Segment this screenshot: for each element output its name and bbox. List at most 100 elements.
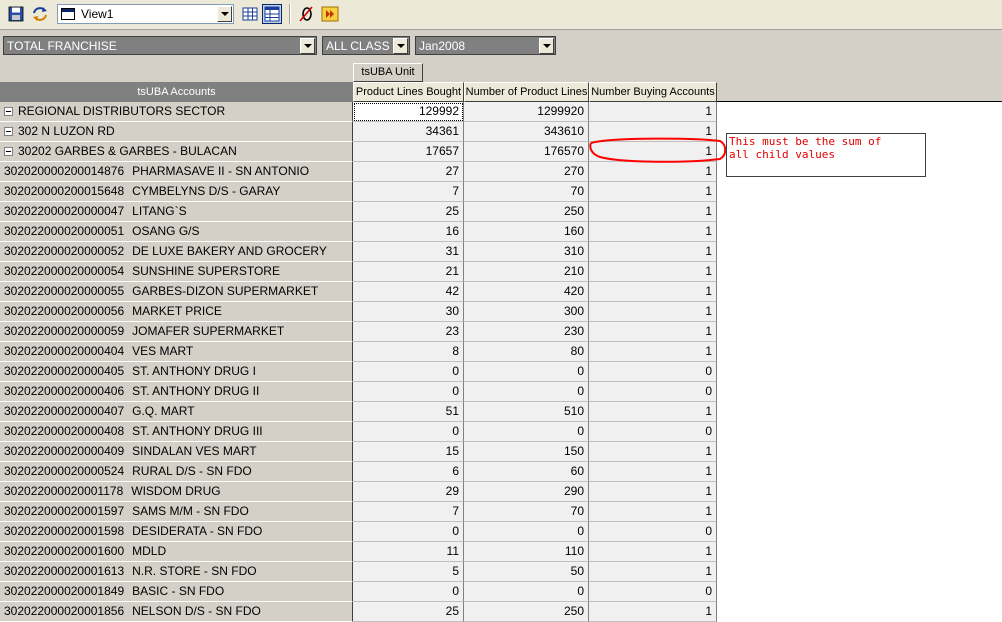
period-filter[interactable]: Jan2008 [415,36,556,55]
column-dimension-tab[interactable]: tsUBA Unit [353,63,423,82]
cell-product-lines-bought[interactable]: 42 [353,282,464,302]
table-row[interactable]: 302022000020000047 LITANG`S 25 250 1 [0,202,717,222]
row-header[interactable]: 302022000020000059 JOMAFER SUPERMARKET [0,322,353,342]
table-row[interactable]: 302020000200015648 CYMBELYNS D/S - GARAY 7… [0,182,717,202]
cell-number-of-product-lines[interactable]: 290 [464,482,589,502]
row-header[interactable]: 30202 GARBES & GARBES - BULACAN [0,142,353,162]
table-row[interactable]: 302022000020000524 RURAL D/S - SN FDO 6 60 1 [0,462,717,482]
cell-number-of-product-lines[interactable]: 0 [464,522,589,542]
cell-product-lines-bought[interactable]: 16 [353,222,464,242]
row-header[interactable]: 302022000020000406 ST. ANTHONY DRUG II [0,382,353,402]
cell-number-of-product-lines[interactable]: 0 [464,382,589,402]
cell-product-lines-bought[interactable]: 25 [353,202,464,222]
cell-product-lines-bought[interactable]: 30 [353,302,464,322]
cell-number-buying-accounts[interactable]: 1 [589,302,717,322]
row-header[interactable]: 302022000020001613 N.R. STORE - SN FDO [0,562,353,582]
cell-number-of-product-lines[interactable]: 150 [464,442,589,462]
table-row[interactable]: 302022000020000405 ST. ANTHONY DRUG I000 [0,362,717,382]
cell-product-lines-bought[interactable]: 31 [353,242,464,262]
row-header[interactable]: 302022000020000408 ST. ANTHONY DRUG III [0,422,353,442]
table-row[interactable]: 302022000020001613 N.R. STORE - SN FDO 5 50… [0,562,717,582]
cell-number-buying-accounts[interactable]: 1 [589,202,717,222]
chevron-down-icon[interactable] [393,38,408,54]
cell-number-of-product-lines[interactable]: 250 [464,202,589,222]
cell-number-buying-accounts[interactable]: 1 [589,442,717,462]
cell-number-buying-accounts[interactable]: 1 [589,602,717,622]
cell-number-buying-accounts[interactable]: 0 [589,422,717,442]
row-header[interactable]: 302022000020000409 SINDALAN VES MART [0,442,353,462]
cell-number-of-product-lines[interactable]: 80 [464,342,589,362]
cell-number-buying-accounts[interactable]: 1 [589,462,717,482]
cell-product-lines-bought[interactable]: 5 [353,562,464,582]
franchise-filter[interactable]: TOTAL FRANCHISE [3,36,317,55]
zero-suppress-icon[interactable] [296,4,316,24]
cell-product-lines-bought[interactable]: 17657 [353,142,464,162]
table-row[interactable]: 302022000020000052 DE LUXE BAKERY AND GRO… [0,242,717,262]
cell-product-lines-bought[interactable]: 27 [353,162,464,182]
cell-product-lines-bought[interactable]: 129992 [353,102,464,122]
cell-number-of-product-lines[interactable]: 420 [464,282,589,302]
class-filter[interactable]: ALL CLASS [322,36,410,55]
table-row[interactable]: 302022000020000408 ST. ANTHONY DRUG III 0 0… [0,422,717,442]
row-header[interactable]: 302022000020001600 MDLD [0,542,353,562]
row-header[interactable]: 302022000020000405 ST. ANTHONY DRUG I [0,362,353,382]
table-row[interactable]: 302022000020000409 SINDALAN VES MART 15 150… [0,442,717,462]
cell-product-lines-bought[interactable]: 0 [353,422,464,442]
chevron-down-icon[interactable] [539,38,554,54]
cell-product-lines-bought[interactable]: 25 [353,602,464,622]
cell-number-buying-accounts[interactable]: 1 [589,242,717,262]
column-header-product-lines-bought[interactable]: Product Lines Bought [353,82,464,102]
cell-number-buying-accounts[interactable]: 0 [589,582,717,602]
cell-number-buying-accounts[interactable]: 1 [589,282,717,302]
cell-number-of-product-lines[interactable]: 1299920 [464,102,589,122]
cell-number-of-product-lines[interactable]: 176570 [464,142,589,162]
table-row[interactable]: 302022000020000404 VES MART 8 80 1 [0,342,717,362]
row-header[interactable]: 302022000020000054 SUNSHINE SUPERSTORE [0,262,353,282]
collapse-icon[interactable] [4,147,13,156]
collapse-icon[interactable] [4,127,13,136]
cell-number-of-product-lines[interactable]: 110 [464,542,589,562]
cell-number-of-product-lines[interactable]: 0 [464,422,589,442]
refresh-icon[interactable] [30,4,50,24]
cell-number-buying-accounts[interactable]: 1 [589,322,717,342]
cell-number-buying-accounts[interactable]: 1 [589,542,717,562]
cell-product-lines-bought[interactable]: 0 [353,382,464,402]
table-row[interactable]: 302022000020000055 GARBES-DIZON SUPERMARK… [0,282,717,302]
grid-icon[interactable] [240,4,260,24]
cell-number-buying-accounts[interactable]: 1 [589,562,717,582]
cell-product-lines-bought[interactable]: 0 [353,522,464,542]
cell-number-buying-accounts[interactable]: 1 [589,102,717,122]
cell-number-buying-accounts[interactable]: 0 [589,382,717,402]
table-row[interactable]: 302022000020001598 DESIDERATA - SN FDO 0 0 0 [0,522,717,542]
table-row[interactable]: 302022000020000407 G.Q. MART 51 510 1 [0,402,717,422]
cell-number-of-product-lines[interactable]: 50 [464,562,589,582]
table-row[interactable]: 302022000020001600 MDLD 11 110 1 [0,542,717,562]
cell-product-lines-bought[interactable]: 6 [353,462,464,482]
table-row[interactable]: REGIONAL DISTRIBUTORS SECTOR 129992 129992… [0,102,717,122]
row-header[interactable]: 302022000020001597 SAMS M/M - SN FDO [0,502,353,522]
column-header-number-of-product-lines[interactable]: Number of Product Lines [464,82,589,102]
cell-number-buying-accounts[interactable]: 1 [589,482,717,502]
table-icon[interactable] [262,4,282,24]
row-header[interactable]: 302022000020000407 G.Q. MART [0,402,353,422]
row-header[interactable]: REGIONAL DISTRIBUTORS SECTOR [0,102,353,122]
row-header[interactable]: 302022000020000524 RURAL D/S - SN FDO [0,462,353,482]
chevron-down-icon[interactable] [217,6,232,22]
cell-number-of-product-lines[interactable]: 230 [464,322,589,342]
cell-product-lines-bought[interactable]: 8 [353,342,464,362]
cell-product-lines-bought[interactable]: 23 [353,322,464,342]
cell-product-lines-bought[interactable]: 34361 [353,122,464,142]
table-row[interactable]: 302022000020001178 WISDOM DRUG 29 290 1 [0,482,717,502]
row-header[interactable]: 302022000020000052 DE LUXE BAKERY AND GRO… [0,242,353,262]
column-header-number-buying-accounts[interactable]: Number Buying Accounts [589,82,717,102]
cell-number-of-product-lines[interactable]: 210 [464,262,589,282]
cell-product-lines-bought[interactable]: 15 [353,442,464,462]
cell-number-buying-accounts[interactable]: 1 [589,222,717,242]
table-row[interactable]: 302022000020000056 MARKET PRICE 30 300 1 [0,302,717,322]
cell-number-of-product-lines[interactable]: 60 [464,462,589,482]
cell-number-of-product-lines[interactable]: 310 [464,242,589,262]
cell-number-of-product-lines[interactable]: 300 [464,302,589,322]
cell-product-lines-bought[interactable]: 7 [353,502,464,522]
row-header[interactable]: 302022000020000051 OSANG G/S [0,222,353,242]
cell-number-buying-accounts[interactable]: 0 [589,362,717,382]
